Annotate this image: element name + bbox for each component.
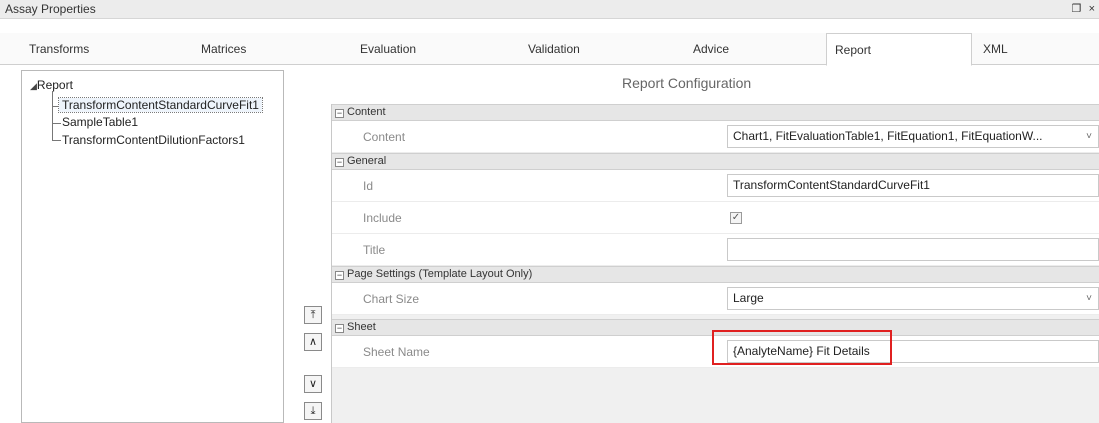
tree-root-label: Report xyxy=(36,78,73,92)
tab-validation[interactable]: Validation xyxy=(520,33,680,65)
tree-connector-line xyxy=(52,140,61,141)
property-label: Id xyxy=(363,179,374,193)
property-row-id: Id TransformContentStandardCurveFit1 xyxy=(332,170,1099,202)
property-label: Content xyxy=(363,130,406,144)
tree-item-dilution-factors[interactable]: TransformContentDilutionFactors1 xyxy=(62,133,245,147)
property-label: Sheet Name xyxy=(363,345,430,359)
category-label: General xyxy=(347,155,387,167)
property-label: Chart Size xyxy=(363,292,420,306)
collapse-icon[interactable]: − xyxy=(335,158,344,167)
tab-bar: Transforms Matrices Evaluation Validatio… xyxy=(0,33,1099,66)
tab-report[interactable]: Report xyxy=(826,33,972,66)
property-label: Title xyxy=(363,243,386,257)
content-dropdown[interactable]: Chart1, FitEvaluationTable1, FitEquation… xyxy=(727,125,1099,148)
tree-connector-line xyxy=(52,91,53,141)
title-field[interactable] xyxy=(727,238,1099,261)
tree-expander-icon[interactable]: ◢ xyxy=(30,81,37,91)
report-tree: ◢Report TransformContentStandardCurveFit… xyxy=(21,70,284,423)
tree-item-sample-table[interactable]: SampleTable1 xyxy=(62,115,138,129)
collapse-icon[interactable]: − xyxy=(335,271,344,280)
category-label: Page Settings (Template Layout Only) xyxy=(347,268,533,280)
property-row-chart-size: Chart Size Large ˅ xyxy=(332,283,1099,315)
property-row-title: Title xyxy=(332,234,1099,266)
property-grid: − Content Content Chart1, FitEvaluationTa… xyxy=(331,104,1099,423)
window-title: Assay Properties xyxy=(5,2,96,16)
chart-size-value: Large xyxy=(733,291,764,305)
content-dropdown-value: Chart1, FitEvaluationTable1, FitEquation… xyxy=(733,129,1043,143)
tree-item-standard-curve-fit[interactable]: TransformContentStandardCurveFit1 xyxy=(58,97,263,113)
id-field[interactable]: TransformContentStandardCurveFit1 xyxy=(727,174,1099,197)
window-controls-icon[interactable]: ❐ × xyxy=(1072,2,1097,15)
collapse-icon[interactable]: − xyxy=(335,109,344,118)
highlight-annotation xyxy=(712,330,892,365)
property-row-include: Include ✓ xyxy=(332,202,1099,234)
chevron-down-icon[interactable]: ˅ xyxy=(1086,288,1092,309)
tab-matrices[interactable]: Matrices xyxy=(193,33,348,65)
move-to-top-button[interactable]: ⤒ xyxy=(304,306,322,324)
category-content[interactable]: − Content xyxy=(332,104,1099,121)
property-row-content: Content Chart1, FitEvaluationTable1, Fit… xyxy=(332,121,1099,153)
include-checkbox[interactable]: ✓ xyxy=(730,212,742,224)
category-label: Sheet xyxy=(347,321,376,333)
category-general[interactable]: − General xyxy=(332,153,1099,170)
collapse-icon[interactable]: − xyxy=(335,324,344,333)
report-configuration-title: Report Configuration xyxy=(622,75,752,91)
tab-evaluation[interactable]: Evaluation xyxy=(352,33,522,65)
window-titlebar: Assay Properties ❐ × xyxy=(0,0,1099,19)
chart-size-dropdown[interactable]: Large ˅ xyxy=(727,287,1099,310)
move-down-button[interactable]: ∨ xyxy=(304,375,322,393)
tree-root-report[interactable]: ◢Report xyxy=(30,78,73,92)
tree-connector-line xyxy=(52,123,61,124)
move-up-button[interactable]: ∧ xyxy=(304,333,322,351)
chevron-down-icon[interactable]: ˅ xyxy=(1086,126,1092,147)
category-page-settings[interactable]: − Page Settings (Template Layout Only) xyxy=(332,266,1099,283)
tab-advice[interactable]: Advice xyxy=(685,33,825,65)
category-label: Content xyxy=(347,106,386,118)
tab-transforms[interactable]: Transforms xyxy=(21,33,191,65)
property-label: Include xyxy=(363,211,402,225)
tab-xml[interactable]: XML xyxy=(975,33,1095,65)
move-to-bottom-button[interactable]: ⤓ xyxy=(304,402,322,420)
